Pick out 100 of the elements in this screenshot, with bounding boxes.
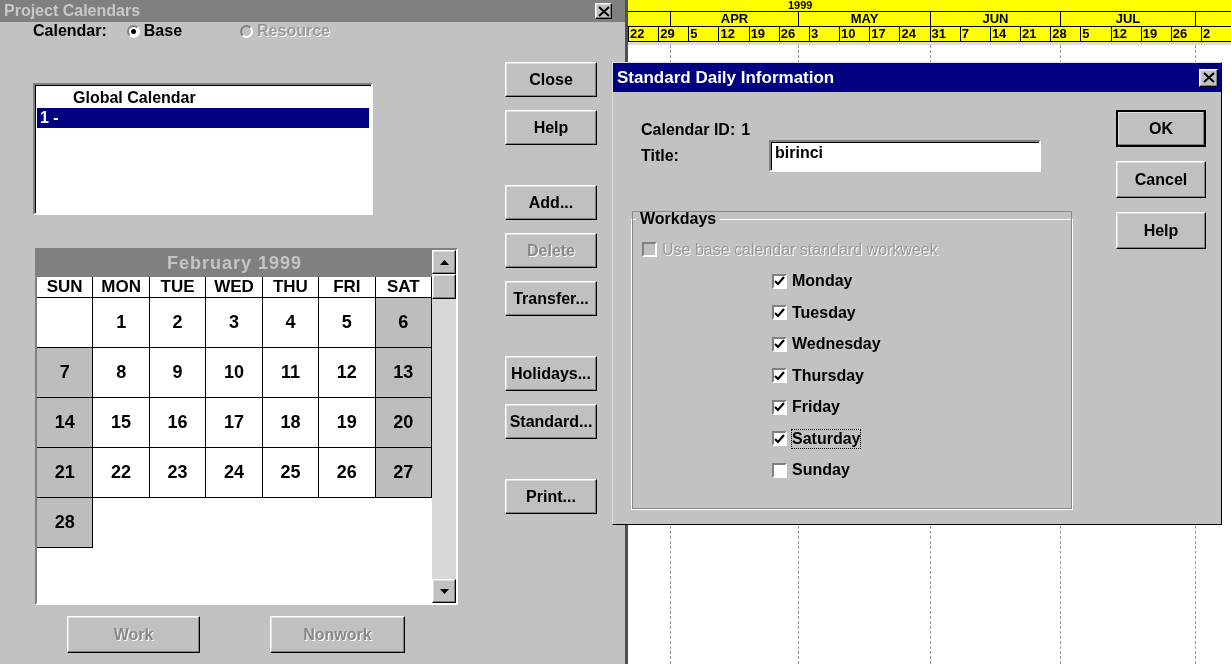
day-cell[interactable]: 5 [319, 298, 376, 348]
day-cell[interactable]: 25 [262, 448, 320, 498]
day-cell[interactable]: 6 [375, 298, 432, 348]
checkbox[interactable] [772, 273, 787, 289]
radio-label: Resource [257, 22, 330, 40]
week-label: 2 [1202, 26, 1211, 41]
print-button[interactable]: Print... [505, 479, 597, 514]
weekday-header: TUE [149, 277, 207, 298]
weekday-header: FRI [319, 277, 376, 298]
week-label: 5 [690, 26, 698, 41]
weekday-header: THU [262, 277, 320, 298]
radio-button[interactable] [126, 24, 140, 38]
scroll-down-button[interactable] [432, 579, 456, 603]
month-label: JUN [982, 11, 1009, 26]
week-label: 28 [1052, 26, 1067, 41]
day-cell[interactable]: 28 [37, 498, 94, 548]
day-cell[interactable]: 21 [37, 448, 94, 498]
group-label: Workdays [640, 210, 717, 227]
checkbox-label: Tuesday [792, 303, 856, 322]
week-label: 22 [630, 26, 645, 41]
day-cell[interactable]: 19 [319, 398, 376, 448]
month-label: APR [720, 11, 749, 26]
week-label: 14 [991, 26, 1007, 41]
scroll-thumb[interactable] [432, 274, 456, 299]
week-label: 19 [1142, 26, 1158, 41]
calendar-label: Calendar: [33, 22, 107, 40]
checkbox[interactable] [772, 462, 787, 478]
down-arrow-icon [439, 588, 449, 594]
day-cell[interactable]: 7 [37, 348, 94, 398]
week-label: 26 [780, 26, 796, 41]
close-icon [597, 5, 610, 17]
day-cell[interactable]: 26 [319, 448, 376, 498]
checkbox-label: Use base calendar standard workweek [662, 240, 938, 259]
year-label: 1999 [788, 0, 813, 11]
day-cell[interactable]: 27 [375, 448, 432, 498]
day-cell[interactable]: 10 [206, 348, 263, 398]
month-label: MAY [850, 11, 879, 26]
day-cell[interactable]: 18 [262, 398, 320, 448]
day-cell[interactable]: 12 [319, 348, 376, 398]
day-cell[interactable]: 22 [93, 448, 150, 498]
checkbox[interactable] [772, 368, 787, 384]
day-cell[interactable]: 20 [375, 398, 432, 448]
checkbox-label: Monday [792, 272, 853, 291]
transfer-button[interactable]: Transfer... [505, 281, 597, 316]
add-button[interactable]: Add... [505, 185, 597, 220]
week-label: 24 [901, 26, 916, 41]
week-label: 10 [841, 26, 856, 41]
calendar-id-label: Calendar ID: [641, 121, 736, 139]
radio-label: Base [143, 22, 183, 40]
day-cell[interactable]: 17 [206, 398, 263, 448]
day-cell[interactable]: 2 [149, 298, 207, 348]
ok-button[interactable]: OK [1116, 110, 1206, 147]
day-cell[interactable]: 3 [206, 298, 263, 348]
close-button[interactable] [1199, 68, 1218, 87]
month-header: February 1999 [37, 250, 432, 277]
day-cell[interactable]: 15 [93, 398, 150, 448]
checkbox-label: Friday [792, 398, 840, 417]
list-item[interactable]: 1 - [37, 108, 369, 128]
cancel-button[interactable]: Cancel [1116, 161, 1206, 198]
window-title: Project Calendars [4, 2, 141, 20]
checkbox[interactable] [772, 399, 787, 415]
close-button[interactable] [595, 3, 612, 19]
day-cell[interactable]: 13 [375, 348, 432, 398]
day-cell[interactable]: 8 [93, 348, 150, 398]
day-cell[interactable]: 11 [262, 348, 320, 398]
week-label: 31 [931, 26, 947, 41]
week-label: 5 [1082, 26, 1090, 41]
checkbox[interactable] [772, 336, 787, 352]
day-cell[interactable]: 4 [262, 298, 320, 348]
checkbox[interactable] [772, 431, 787, 447]
help-button[interactable]: Help [1116, 212, 1206, 249]
checkbox-label: Thursday [792, 366, 864, 385]
month-label: JUL [1115, 11, 1141, 26]
weekday-header: SAT [375, 277, 432, 298]
calendar-id-value: 1 [741, 121, 751, 139]
title-label: Title: [641, 147, 679, 164]
day-cell[interactable]: 1 [93, 298, 150, 348]
week-label: 3 [810, 26, 819, 41]
week-label: 29 [660, 26, 675, 41]
day-cell[interactable]: 24 [206, 448, 263, 498]
up-arrow-icon [439, 259, 449, 265]
day-cell[interactable]: 14 [37, 398, 94, 448]
checkbox-label: Wednesday [792, 335, 881, 354]
week-label: 17 [871, 26, 886, 41]
close-button[interactable]: Close [505, 62, 597, 97]
checkbox[interactable] [772, 305, 787, 321]
day-cell[interactable]: 23 [149, 448, 207, 498]
checkbox-label: Sunday [792, 461, 850, 480]
scrollbar[interactable] [432, 250, 456, 603]
weekday-header: SUN [37, 277, 94, 298]
holidays-button[interactable]: Holidays... [505, 356, 597, 391]
help-button[interactable]: Help [505, 110, 597, 145]
dialog-title: Standard Daily Information [617, 67, 835, 88]
standard-button[interactable]: Standard... [505, 404, 597, 439]
day-cell[interactable]: 9 [149, 348, 207, 398]
title-field[interactable]: birinci [769, 140, 1041, 172]
scroll-up-button[interactable] [432, 250, 456, 274]
day-cell[interactable]: 16 [149, 398, 207, 448]
week-label: 26 [1172, 26, 1188, 41]
list-item[interactable]: Global Calendar [37, 88, 369, 108]
